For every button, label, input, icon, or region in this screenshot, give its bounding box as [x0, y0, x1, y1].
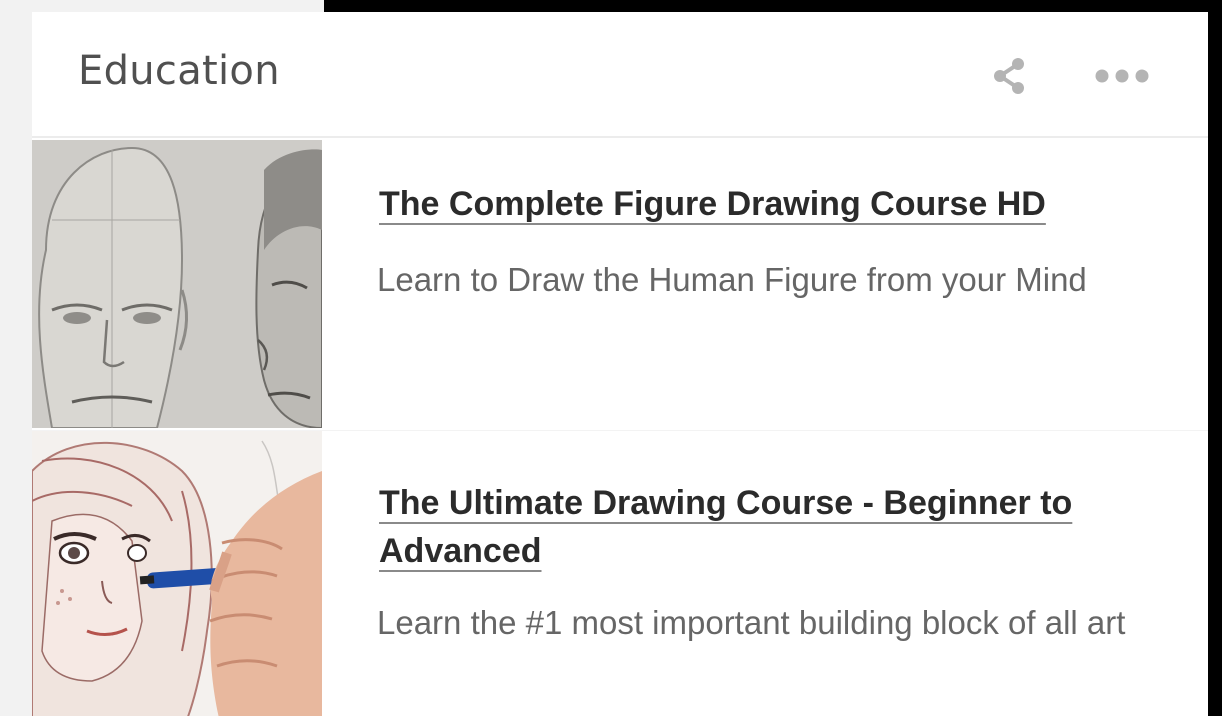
education-widget: Education The Complete Figure Drawing Co… — [32, 12, 1208, 716]
course-item: The Complete Figure Drawing Course HD Le… — [32, 140, 1208, 428]
more-horizontal-icon[interactable] — [1092, 64, 1156, 88]
course-title-link[interactable]: The Complete Figure Drawing Course HD — [379, 180, 1139, 228]
course-description: Learn the #1 most important building blo… — [377, 604, 1126, 641]
course-title-link[interactable]: The Ultimate Drawing Course - Beginner t… — [379, 479, 1139, 575]
course-thumbnail-drawing-hand[interactable] — [32, 431, 322, 716]
course-description: Learn to Draw the Human Figure from your… — [377, 261, 1087, 298]
course-thumbnail-sketch-heads[interactable] — [32, 140, 322, 428]
widget-title: Education — [78, 48, 280, 94]
widget-header: Education — [32, 12, 1208, 138]
share-icon[interactable] — [990, 56, 1030, 96]
course-item: The Ultimate Drawing Course - Beginner t… — [32, 430, 1208, 716]
page-background-right — [1208, 0, 1222, 716]
